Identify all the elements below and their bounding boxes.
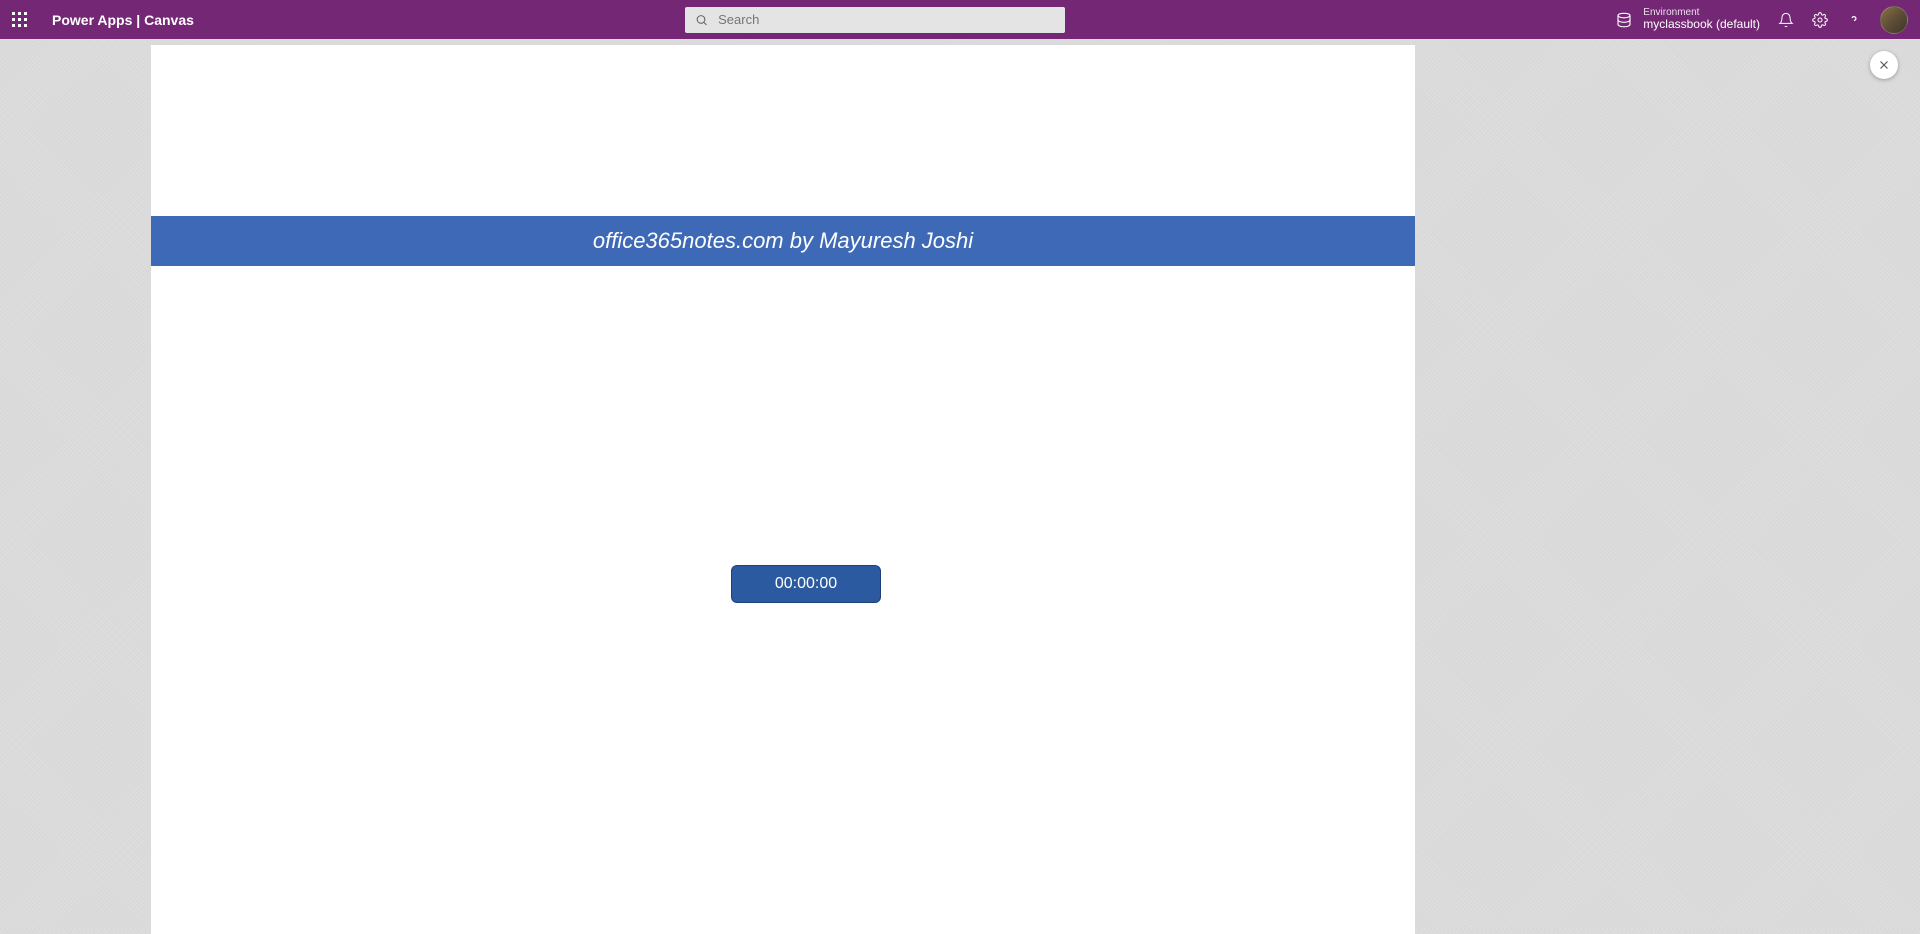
environment-selector[interactable]: Environment myclassbook (default) xyxy=(1615,7,1760,31)
help-icon[interactable] xyxy=(1846,12,1862,28)
close-button[interactable] xyxy=(1870,51,1898,79)
search-container xyxy=(685,7,1065,33)
app-title: Power Apps | Canvas xyxy=(52,12,194,28)
waffle-icon[interactable] xyxy=(12,12,28,28)
search-icon xyxy=(695,13,708,27)
close-icon xyxy=(1877,58,1891,72)
search-input[interactable] xyxy=(718,12,1055,27)
notification-icon[interactable] xyxy=(1778,12,1794,28)
app-header: Power Apps | Canvas Environment myclassb… xyxy=(0,0,1920,39)
settings-icon[interactable] xyxy=(1812,12,1828,28)
timer-value: 00:00:00 xyxy=(775,575,837,593)
user-avatar[interactable] xyxy=(1880,6,1908,34)
environment-value: myclassbook (default) xyxy=(1643,18,1760,31)
timer-button[interactable]: 00:00:00 xyxy=(731,565,881,603)
environment-label: Environment xyxy=(1643,7,1760,18)
banner: office365notes.com by Mayuresh Joshi xyxy=(151,216,1415,266)
banner-text: office365notes.com by Mayuresh Joshi xyxy=(593,228,973,254)
search-box[interactable] xyxy=(685,7,1065,33)
main-area: office365notes.com by Mayuresh Joshi 00:… xyxy=(0,39,1920,928)
environment-icon xyxy=(1615,11,1633,29)
environment-text: Environment myclassbook (default) xyxy=(1643,7,1760,31)
header-right: Environment myclassbook (default) xyxy=(1615,6,1908,34)
app-canvas: office365notes.com by Mayuresh Joshi 00:… xyxy=(151,45,1415,934)
